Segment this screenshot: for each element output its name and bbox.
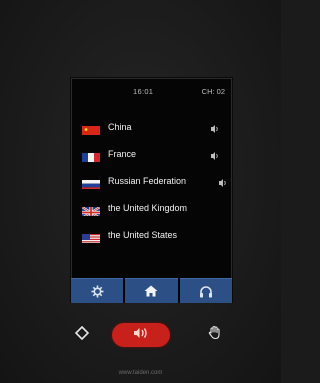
home-button[interactable] [125,278,178,303]
website-label: www.taiden.com [118,370,163,376]
speak-icon [210,151,220,161]
home-icon [144,285,158,297]
france-flag-icon [82,151,100,162]
settings-button[interactable] [71,278,124,303]
language-label: France [108,149,137,159]
language-item-russian-federation[interactable]: Russian Federation [71,172,232,199]
uk-flag-icon [82,205,100,216]
diamond-icon [74,325,90,345]
language-label: China [108,122,132,132]
speak-icon [210,124,220,134]
language-list: China France Russian Federation the Unit… [71,118,232,253]
language-item-france[interactable]: France [71,145,232,172]
gear-icon [91,285,104,298]
headphones-icon [199,285,213,298]
status-bar: 16:01 CH: 02 [71,78,232,100]
russia-flag-icon [82,178,100,189]
china-flag-icon [82,124,100,135]
bottom-toolbar [71,278,232,303]
language-label: the United States [108,230,178,240]
request-key[interactable] [203,323,227,347]
hand-icon [208,325,222,345]
language-item-united-kingdom[interactable]: the United Kingdom [71,199,232,226]
clock: 16:01 [133,87,154,96]
language-label: the United Kingdom [108,203,188,213]
us-flag-icon [82,232,100,243]
touch-screen: 16:01 CH: 02 China France Russian Federa… [70,77,233,303]
channel-indicator: CH: 02 [201,87,225,96]
language-label: Russian Federation [108,176,187,186]
select-key[interactable] [70,323,94,347]
speak-icon [132,326,150,345]
language-item-china[interactable]: China [71,118,232,145]
speak-icon [218,178,228,188]
conference-unit: 16:01 CH: 02 China France Russian Federa… [0,0,281,383]
headphones-button[interactable] [179,278,232,303]
language-item-united-states[interactable]: the United States [71,226,232,253]
speak-key[interactable] [112,323,170,347]
